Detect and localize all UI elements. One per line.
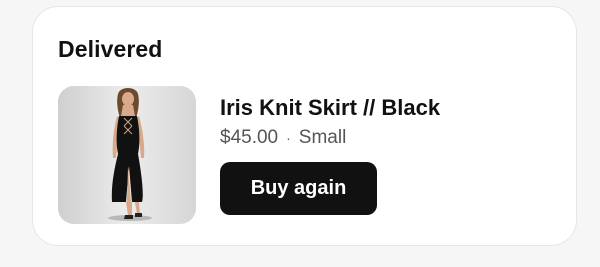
product-meta: $45.00 · Small (220, 127, 346, 149)
product-image[interactable] (58, 86, 196, 224)
product-price: $45.00 (220, 127, 279, 148)
order-status: Delivered (58, 36, 163, 62)
order-card: Delivered Iris Knit Skirt // Black $45.0… (32, 6, 577, 246)
product-size: Small (298, 127, 347, 148)
meta-separator: · (286, 130, 291, 146)
buy-again-button[interactable]: Buy again (220, 162, 377, 215)
product-photo-icon (58, 86, 196, 224)
product-title[interactable]: Iris Knit Skirt // Black (220, 95, 440, 121)
